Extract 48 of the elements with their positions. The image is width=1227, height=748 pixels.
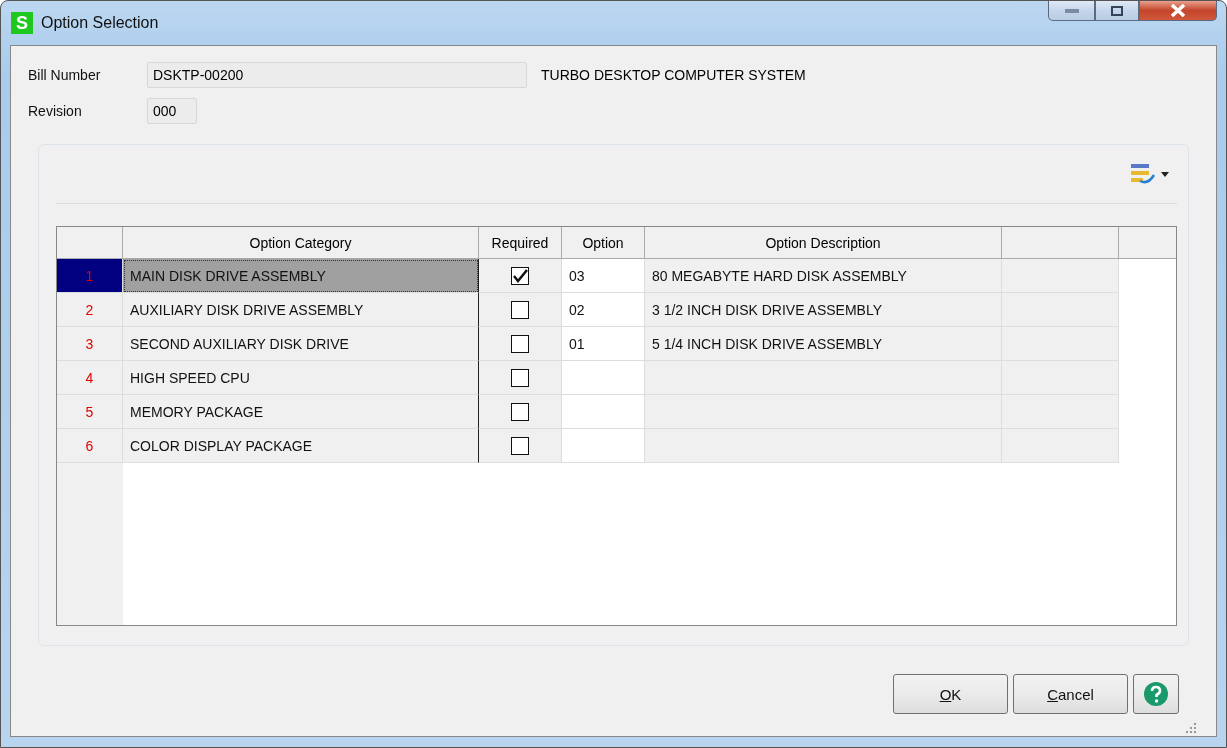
table-cell: MAIN DISK DRIVE ASSEMBLY <box>123 259 479 293</box>
check-icon <box>512 268 528 283</box>
table-cell: MEMORY PACKAGE <box>123 395 479 429</box>
table-cell: SECOND AUXILIARY DISK DRIVE <box>123 327 479 361</box>
ok-button[interactable]: OK <box>893 674 1008 714</box>
table-cell: AUXILIARY DISK DRIVE ASSEMBLY <box>123 293 479 327</box>
required-checkbox[interactable] <box>511 402 529 421</box>
row-number[interactable]: 6 <box>57 429 123 463</box>
table-cell: 3 1/2 INCH DISK DRIVE ASSEMBLY <box>645 293 1002 327</box>
bill-description: TURBO DESKTOP COMPUTER SYSTEM <box>541 67 806 83</box>
required-checkbox[interactable] <box>511 334 529 353</box>
table-cell: HIGH SPEED CPU <box>123 361 479 395</box>
maximize-button[interactable] <box>1095 1 1139 21</box>
row-number[interactable]: 5 <box>57 395 123 429</box>
option-input-cell[interactable] <box>562 395 645 429</box>
minimize-button[interactable] <box>1048 1 1095 21</box>
cancel-button[interactable]: Cancel <box>1013 674 1128 714</box>
grid-settings-button[interactable] <box>1130 163 1169 185</box>
list-arrows-icon <box>1130 163 1156 185</box>
required-checkbox[interactable] <box>511 436 529 455</box>
required-checkbox[interactable] <box>511 266 529 285</box>
option-input-cell[interactable]: 03 <box>562 259 645 293</box>
close-button[interactable] <box>1139 1 1217 21</box>
close-icon <box>1170 4 1186 17</box>
help-button[interactable] <box>1133 674 1179 714</box>
table-cell: COLOR DISPLAY PACKAGE <box>123 429 479 463</box>
resize-grip-icon <box>1185 722 1197 734</box>
help-icon <box>1143 681 1169 707</box>
table-cell: 5 1/4 INCH DISK DRIVE ASSEMBLY <box>645 327 1002 361</box>
minimize-icon <box>1064 8 1079 13</box>
revision-label: Revision <box>28 103 83 119</box>
row-number[interactable]: 2 <box>57 293 123 327</box>
bill-number-field[interactable]: DSKTP-00200 <box>147 62 527 88</box>
window-title: Option Selection <box>41 14 159 32</box>
row-number[interactable]: 3 <box>57 327 123 361</box>
maximize-icon <box>1111 5 1123 16</box>
option-input-cell[interactable]: 02 <box>562 293 645 327</box>
required-checkbox[interactable] <box>511 368 529 387</box>
row-number[interactable]: 4 <box>57 361 123 395</box>
option-input-cell[interactable] <box>562 429 645 463</box>
table-cell: 80 MEGABYTE HARD DISK ASSEMBLY <box>645 259 1002 293</box>
required-checkbox[interactable] <box>511 300 529 319</box>
option-input-cell[interactable] <box>562 361 645 395</box>
option-input-cell[interactable]: 01 <box>562 327 645 361</box>
dropdown-caret-icon <box>1161 171 1169 177</box>
app-icon: S <box>11 12 33 34</box>
revision-field[interactable]: 000 <box>147 98 197 124</box>
bill-number-label: Bill Number <box>28 67 102 83</box>
